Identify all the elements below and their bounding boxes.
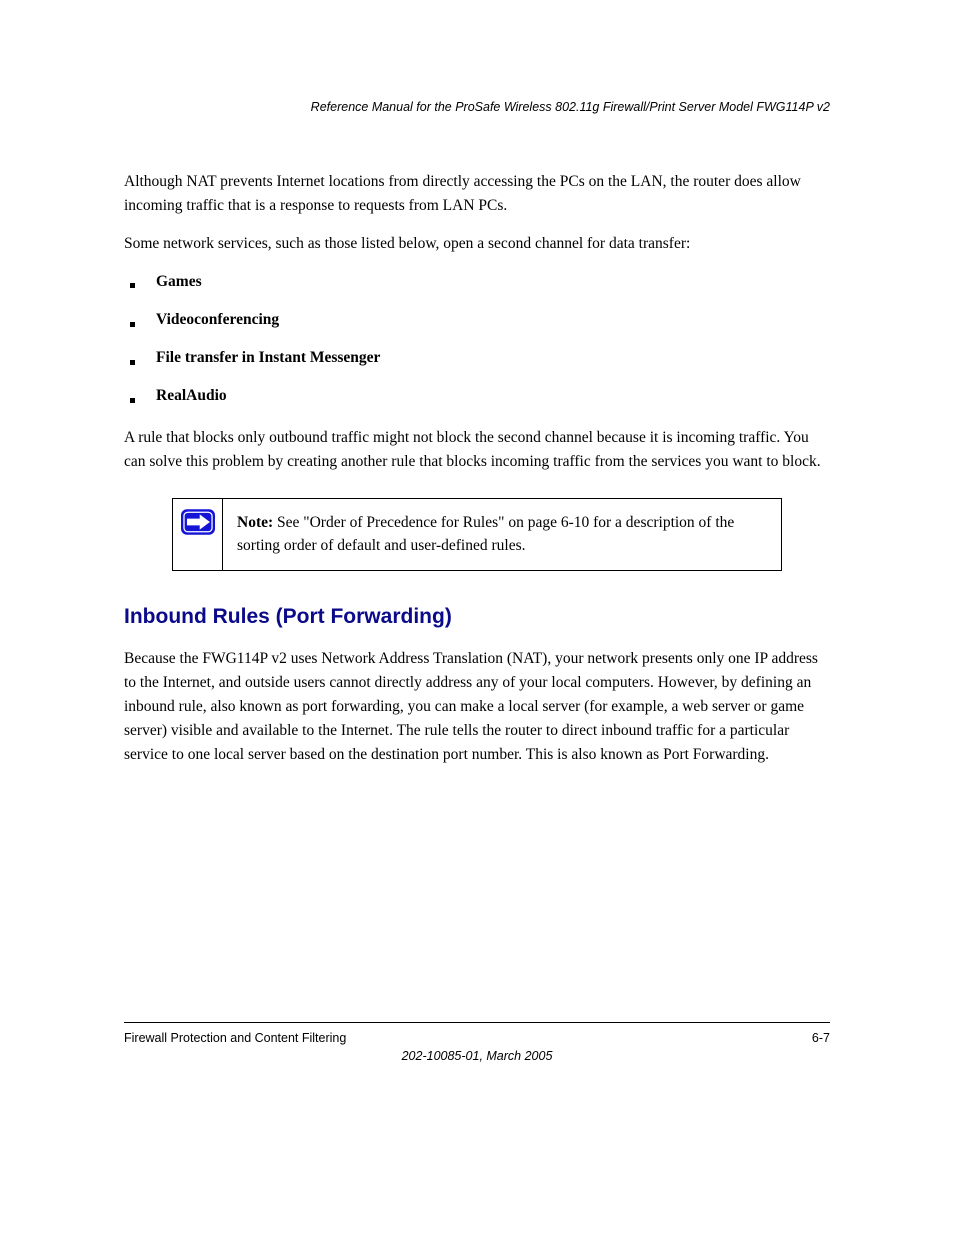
arrow-right-icon [181,509,215,535]
list-item-label: Games [156,273,202,290]
bullet-icon [124,308,156,332]
page-footer: Firewall Protection and Content Filterin… [124,1022,830,1045]
services-list: Games Videoconferencing File transfer in… [124,270,830,408]
bullet-icon [124,384,156,408]
note-box: Note: See "Order of Precedence for Rules… [172,498,782,571]
bullet-icon [124,270,156,294]
section-heading-inbound-rules: Inbound Rules (Port Forwarding) [124,601,830,634]
footer-divider [124,1022,830,1023]
note-text: Note: See "Order of Precedence for Rules… [223,499,781,570]
bullet-icon [124,346,156,370]
list-item: File transfer in Instant Messenger [124,346,830,370]
list-item: RealAudio [124,384,830,408]
note-icon-cell [173,499,223,570]
header-manual-title: Reference Manual for the ProSafe Wireles… [311,100,830,114]
list-item: Games [124,270,830,294]
document-page: Reference Manual for the ProSafe Wireles… [0,0,954,1235]
footer-left: Firewall Protection and Content Filterin… [124,1031,346,1045]
footer-doc-id: 202-10085-01, March 2005 [0,1049,954,1063]
note-lead: Note: [237,514,273,531]
paragraph-rule-warning: A rule that blocks only outbound traffic… [124,426,830,474]
paragraph-nat-intro: Although NAT prevents Internet locations… [124,170,830,218]
list-item-label: File transfer in Instant Messenger [156,349,380,366]
body-text-block: Although NAT prevents Internet locations… [124,170,830,767]
list-item-label: Videoconferencing [156,311,279,328]
paragraph-services-intro: Some network services, such as those lis… [124,232,830,256]
note-body: See "Order of Precedence for Rules" on p… [237,514,734,554]
list-item-label: RealAudio [156,387,227,404]
list-item: Videoconferencing [124,308,830,332]
footer-page-number: 6-7 [812,1031,830,1045]
paragraph-inbound-rules: Because the FWG114P v2 uses Network Addr… [124,647,830,767]
